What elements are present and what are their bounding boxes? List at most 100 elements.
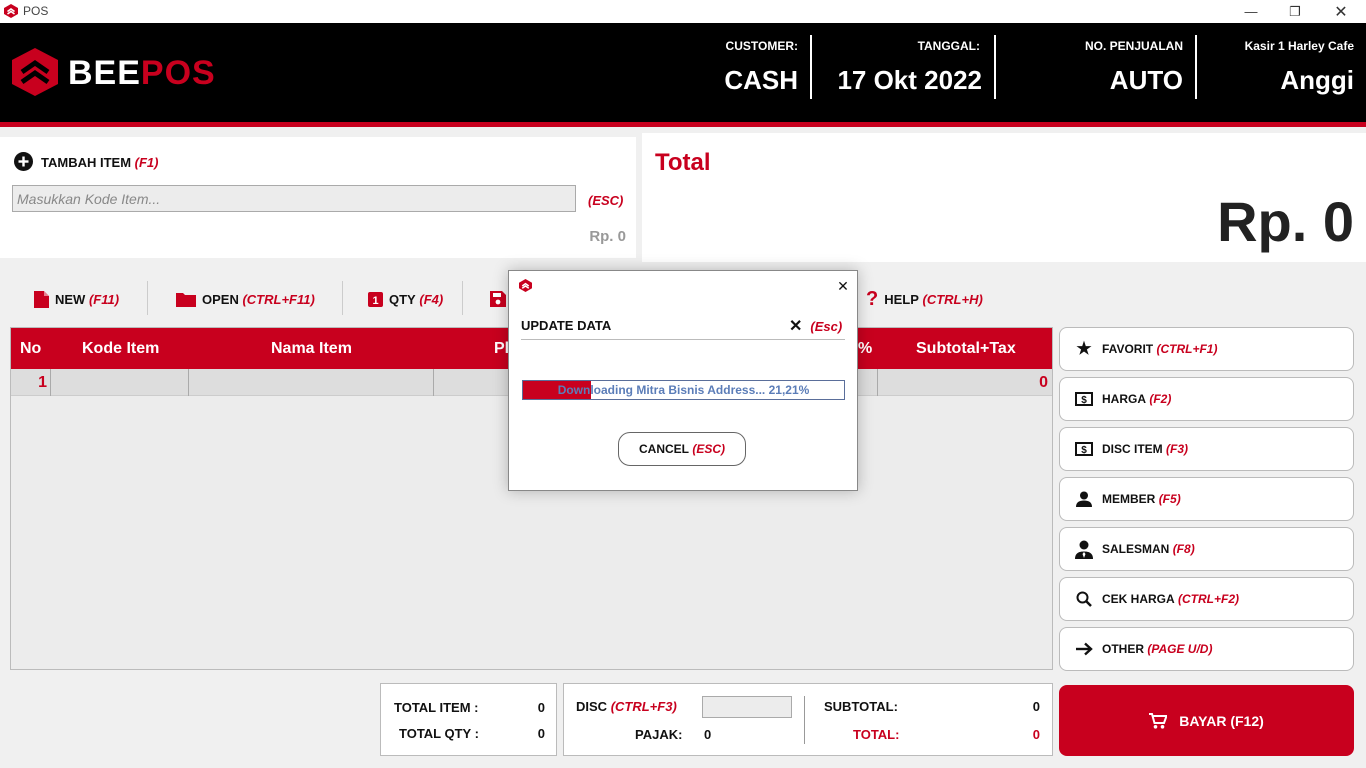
summary-divider bbox=[804, 696, 805, 744]
folder-icon bbox=[176, 293, 196, 307]
dialog-esc-button[interactable]: ✕ (Esc) bbox=[789, 316, 842, 336]
harga-button[interactable]: $ HARGA (F2) bbox=[1059, 377, 1354, 421]
beepos-logo-icon bbox=[12, 48, 58, 96]
close-icon: ✕ bbox=[1334, 3, 1348, 21]
column-header: % bbox=[858, 340, 873, 357]
header-divider bbox=[810, 35, 812, 99]
qty-button[interactable]: 1 QTY (F4) bbox=[368, 287, 443, 311]
toolbar-divider bbox=[147, 281, 148, 315]
column-header: Subtotal+Tax bbox=[916, 340, 1016, 357]
plus-circle-icon bbox=[14, 152, 33, 171]
file-icon bbox=[34, 290, 49, 308]
dollar-icon: $ bbox=[1074, 389, 1094, 409]
date-value: 17 Okt 2022 bbox=[837, 65, 982, 95]
customer-label: CUSTOMER: bbox=[725, 39, 798, 53]
update-data-dialog: ✕ UPDATE DATA ✕ (Esc) Downloading Mitra B… bbox=[508, 270, 858, 491]
cashier-label: Kasir 1 Harley Cafe bbox=[1244, 39, 1354, 53]
sale-number-label: NO. PENJUALAN bbox=[1084, 39, 1183, 53]
member-button[interactable]: MEMBER (F5) bbox=[1059, 477, 1354, 521]
add-item-label: TAMBAH ITEM (F1) bbox=[41, 155, 159, 170]
column-header: Nama Item bbox=[271, 340, 352, 357]
sale-number-value: AUTO bbox=[1109, 65, 1183, 95]
cancel-button[interactable]: CANCEL (ESC) bbox=[618, 432, 746, 466]
bayar-button[interactable]: BAYAR (F12) bbox=[1059, 685, 1354, 756]
brand-name: BEEPOS bbox=[68, 54, 216, 92]
svg-text:$: $ bbox=[1081, 445, 1087, 456]
question-icon: ? bbox=[866, 287, 879, 310]
save-icon bbox=[490, 291, 506, 307]
minimize-icon: — bbox=[1244, 4, 1258, 19]
totals-summary-box: DISC (CTRL+F3) PAJAK: 0 SUBTOTAL: 0 TOTA… bbox=[563, 683, 1053, 756]
other-button[interactable]: OTHER (PAGE U/D) bbox=[1059, 627, 1354, 671]
svg-text:$: $ bbox=[1081, 395, 1087, 406]
app-logo-icon bbox=[4, 4, 18, 18]
item-code-input[interactable] bbox=[12, 185, 576, 212]
subtotal-value: 0 bbox=[1032, 699, 1040, 714]
app-logo-icon bbox=[519, 279, 532, 292]
cell-divider bbox=[188, 369, 189, 396]
cell-divider bbox=[877, 369, 878, 396]
new-button[interactable]: NEW (F11) bbox=[34, 287, 119, 311]
dialog-title: UPDATE DATA bbox=[521, 318, 612, 333]
restore-icon: ❐ bbox=[1289, 3, 1301, 19]
dialog-close-button[interactable]: ✕ bbox=[832, 275, 854, 297]
pajak-value: 0 bbox=[704, 727, 712, 742]
disc-item-button[interactable]: $ DISC ITEM (F3) bbox=[1059, 427, 1354, 471]
total-qty-label: TOTAL QTY : bbox=[399, 726, 479, 741]
close-window-button[interactable]: ✕ bbox=[1318, 0, 1364, 23]
window-title: POS bbox=[23, 4, 49, 18]
column-header: Pl bbox=[494, 340, 510, 357]
subtotal-label: SUBTOTAL: bbox=[824, 699, 898, 714]
person-icon bbox=[1074, 489, 1094, 509]
total-title: Total bbox=[655, 149, 711, 176]
person-tie-icon bbox=[1074, 539, 1094, 559]
total-value: 0 bbox=[1032, 727, 1040, 742]
cashier-name: Anggi bbox=[1280, 65, 1354, 95]
open-button[interactable]: OPEN (CTRL+F11) bbox=[176, 287, 315, 311]
salesman-button[interactable]: SALESMAN (F8) bbox=[1059, 527, 1354, 571]
total-qty-value: 0 bbox=[537, 726, 545, 741]
dialog-divider bbox=[521, 339, 845, 340]
column-header: Kode Item bbox=[82, 340, 160, 357]
toolbar-divider bbox=[462, 281, 463, 315]
toolbar-divider bbox=[342, 281, 343, 315]
svg-text:1: 1 bbox=[372, 295, 378, 307]
cell-divider bbox=[433, 369, 434, 396]
customer-value[interactable]: CASH bbox=[660, 65, 798, 96]
total-amount: Rp. 0 bbox=[1217, 190, 1354, 253]
dollar-icon: $ bbox=[1074, 439, 1094, 459]
arrow-right-icon bbox=[1074, 639, 1094, 659]
search-icon bbox=[1074, 589, 1094, 609]
disc-label: DISC (CTRL+F3) bbox=[576, 699, 677, 714]
esc-shortcut-label: (ESC) bbox=[588, 193, 624, 208]
cek-harga-button[interactable]: CEK HARGA (CTRL+F2) bbox=[1059, 577, 1354, 621]
column-header: No bbox=[20, 340, 42, 357]
total-item-label: TOTAL ITEM : bbox=[394, 700, 479, 715]
help-button[interactable]: ? HELP (CTRL+H) bbox=[866, 287, 983, 311]
header-accent-line bbox=[0, 122, 1366, 127]
cart-icon bbox=[1149, 712, 1168, 729]
progress-text: Downloading Mitra Bisnis Address... 21,2… bbox=[557, 383, 810, 397]
date-label: TANGGAL: bbox=[917, 39, 980, 53]
quantity-summary-box: TOTAL ITEM : 0 TOTAL QTY : 0 bbox=[380, 683, 557, 756]
item-price: Rp. 0 bbox=[589, 228, 626, 245]
total-label: TOTAL: bbox=[853, 727, 900, 742]
pajak-label: PAJAK: bbox=[635, 727, 683, 742]
total-panel: Total Rp. 0 bbox=[642, 133, 1366, 262]
download-progress-bar: Downloading Mitra Bisnis Address... 21,2… bbox=[522, 380, 845, 400]
app-header: BEEPOS CUSTOMER: CASH TANGGAL: 17 Okt 20… bbox=[0, 23, 1366, 122]
header-divider bbox=[1195, 35, 1197, 99]
disc-input[interactable] bbox=[702, 696, 792, 718]
row-subtotal: 0 bbox=[1039, 374, 1048, 391]
number-one-icon: 1 bbox=[368, 291, 383, 307]
cell-divider bbox=[50, 369, 51, 396]
favorit-button[interactable]: ★ FAVORIT (CTRL+F1) bbox=[1059, 327, 1354, 371]
total-item-value: 0 bbox=[537, 700, 545, 715]
add-item-panel: TAMBAH ITEM (F1) (ESC) Rp. 0 bbox=[0, 137, 636, 258]
star-icon: ★ bbox=[1076, 339, 1092, 358]
header-divider bbox=[994, 35, 996, 99]
window-titlebar: POS — ❐ ✕ bbox=[0, 0, 1366, 23]
restore-button[interactable]: ❐ bbox=[1272, 0, 1318, 23]
minimize-button[interactable]: — bbox=[1228, 0, 1274, 23]
row-number: 1 bbox=[38, 374, 47, 391]
